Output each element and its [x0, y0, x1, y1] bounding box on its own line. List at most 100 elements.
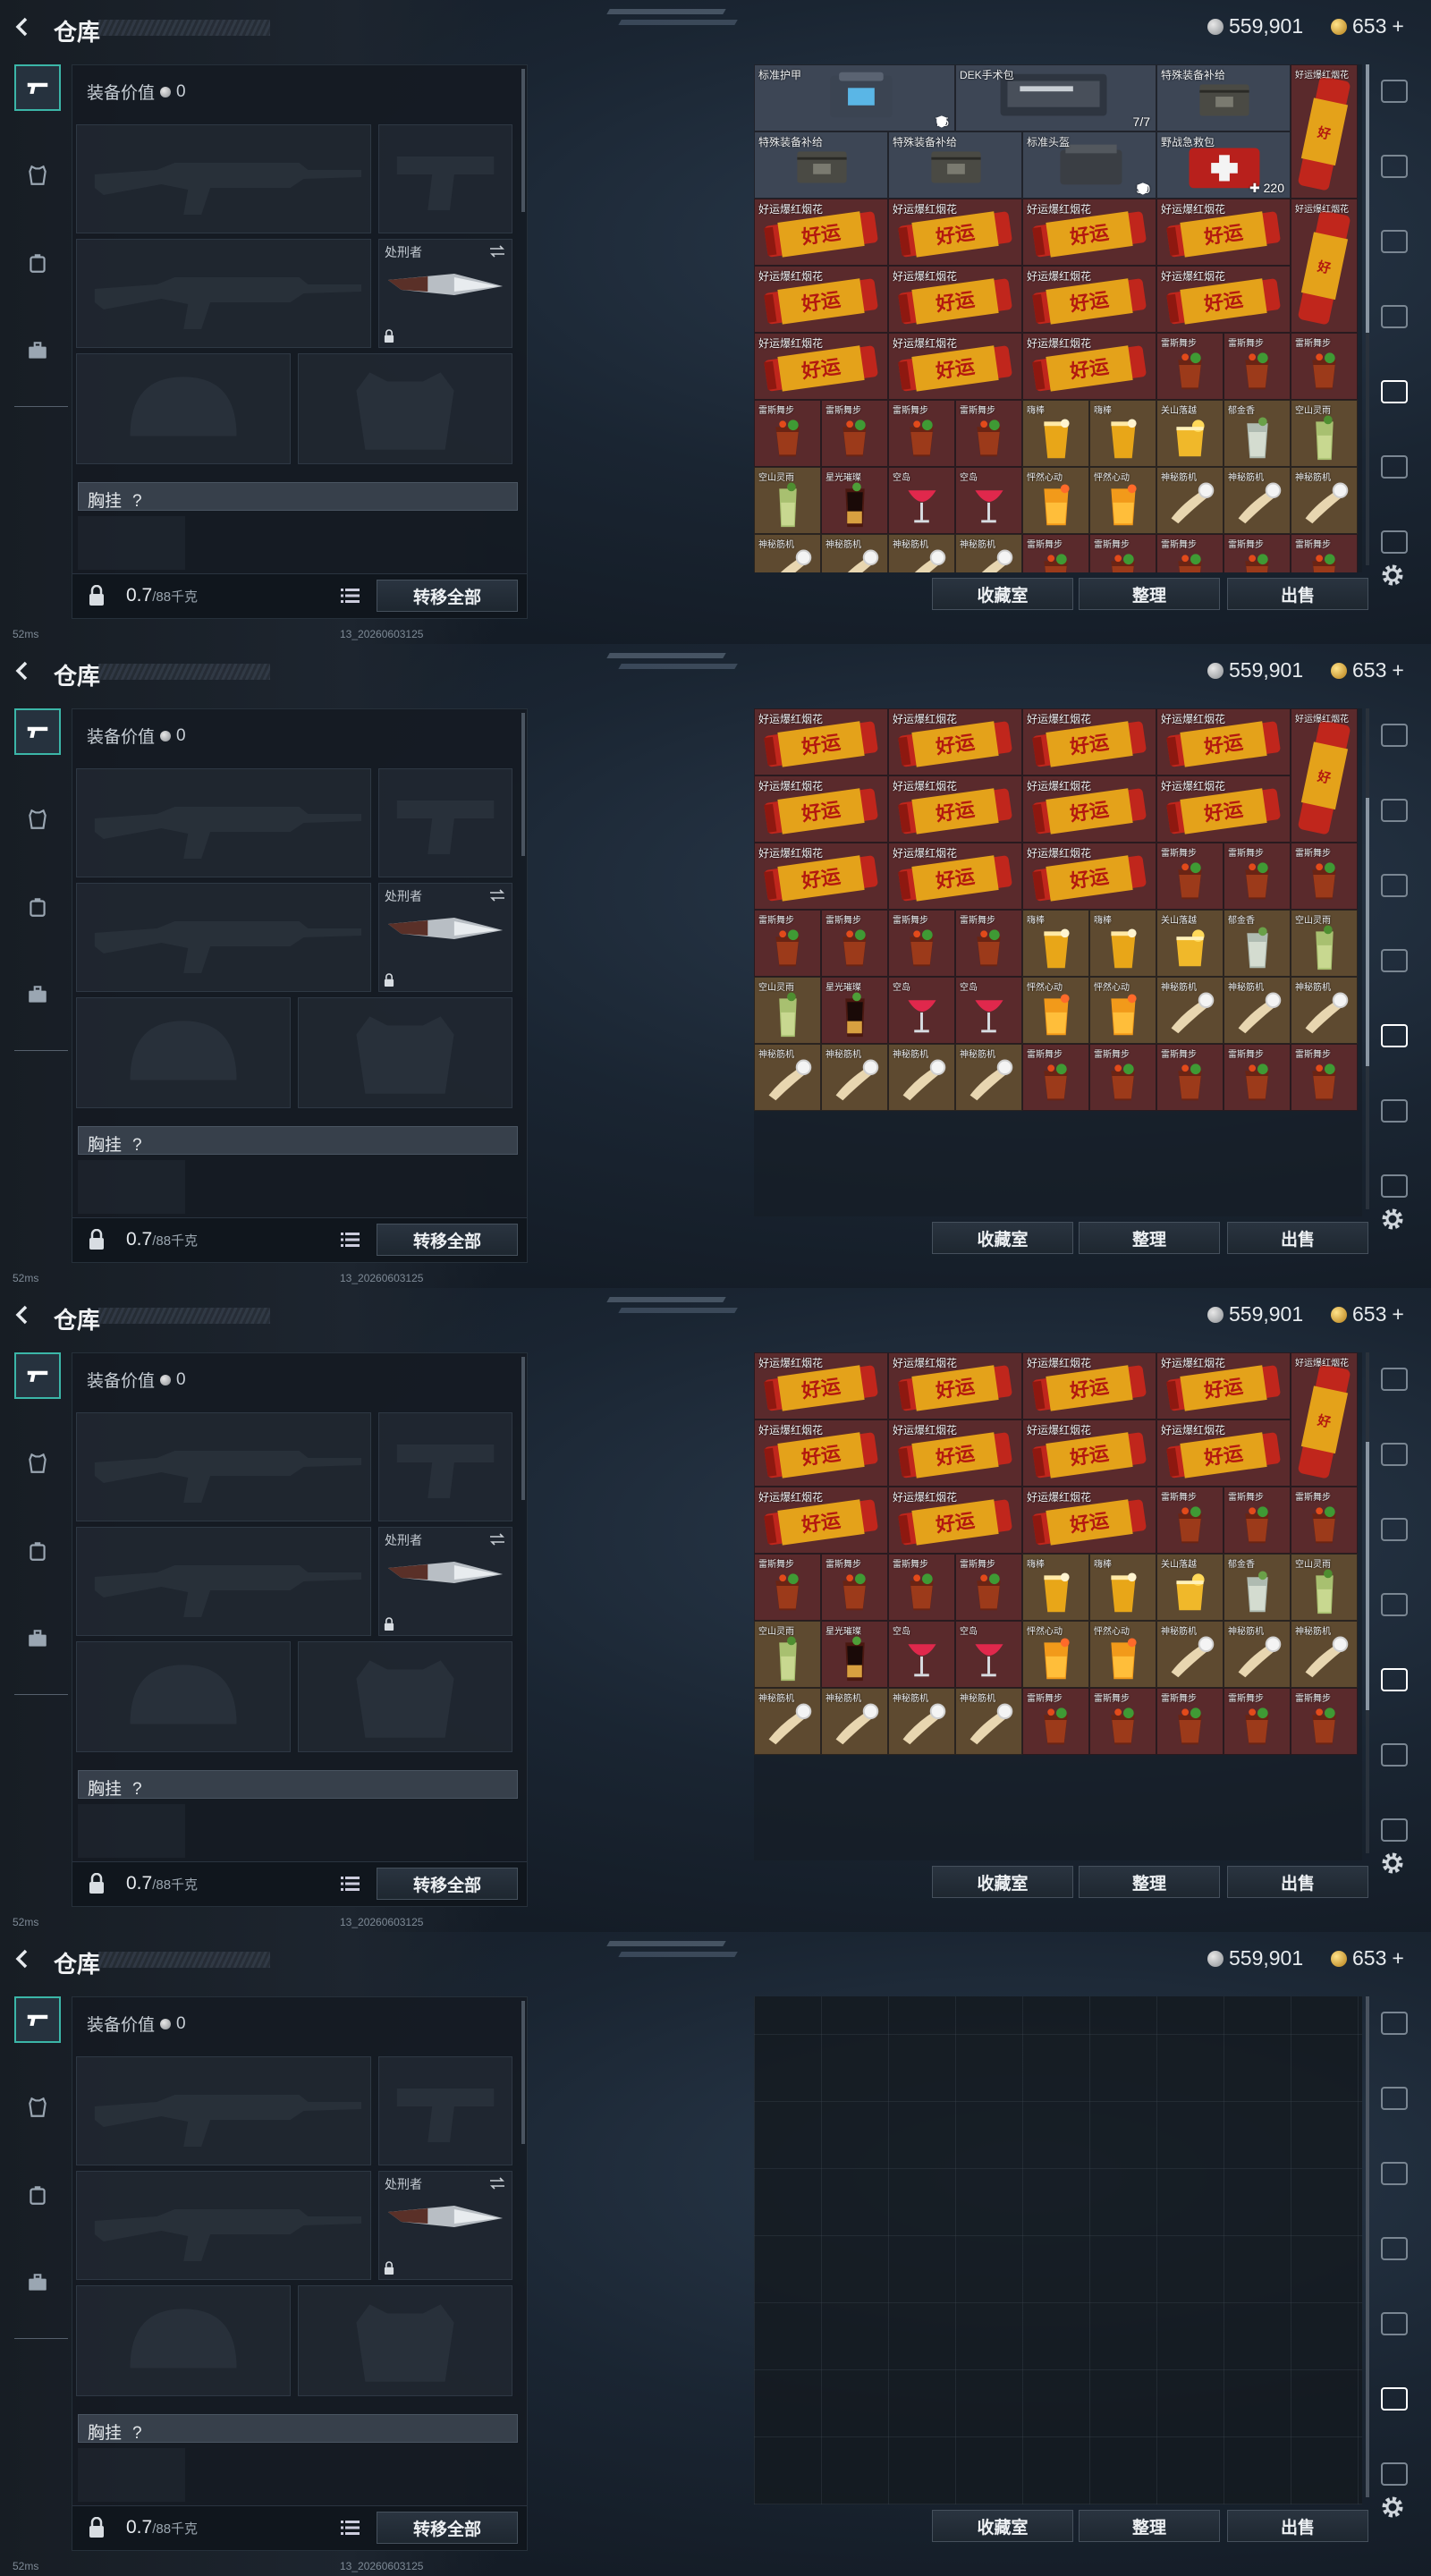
- gold-add-icon[interactable]: +: [1392, 1302, 1403, 1326]
- storage-item-firework[interactable]: 好运 好运爆红烟花: [754, 1419, 888, 1487]
- storage-item-rumba[interactable]: 雷斯舞步: [821, 400, 888, 467]
- storage-item-island[interactable]: 空岛: [955, 977, 1022, 1044]
- swap-icon[interactable]: [488, 889, 506, 902]
- storage-item-island[interactable]: 空岛: [955, 1621, 1022, 1688]
- storage-scrollbar[interactable]: [1366, 1996, 1369, 2497]
- list-icon[interactable]: [341, 1231, 360, 1249]
- help-icon[interactable]: ?: [132, 492, 142, 511]
- storage-item-rumba[interactable]: 雷斯舞步: [754, 400, 821, 467]
- storage-item-mystery[interactable]: 神秘筋机: [821, 1044, 888, 1111]
- storage-item-mystery[interactable]: 神秘筋机: [754, 1688, 821, 1755]
- storage-item-hipop[interactable]: 嗨棒: [1089, 910, 1156, 977]
- storage-tab-1[interactable]: [1372, 1352, 1417, 1406]
- melee-slot[interactable]: 处刑者: [378, 2171, 512, 2280]
- storage-item-heartbeat[interactable]: 怦然心动: [1089, 1621, 1156, 1688]
- storage-item-heartbeat[interactable]: 怦然心动: [1022, 1621, 1089, 1688]
- pistol-slot[interactable]: [378, 2056, 512, 2165]
- storage-item-armor[interactable]: 标准护甲 75: [754, 64, 955, 131]
- case-tab-icon[interactable]: [14, 1615, 61, 1662]
- storage-item-mojito[interactable]: 空山灵雨: [1291, 1554, 1358, 1621]
- storage-tab-6[interactable]: [1372, 1084, 1417, 1138]
- storage-item-rumba[interactable]: 雷斯舞步: [1224, 1688, 1291, 1755]
- settings-gear-icon[interactable]: [1379, 562, 1406, 589]
- gold-currency[interactable]: 653 +: [1331, 1946, 1404, 1970]
- armor-slot[interactable]: [298, 997, 512, 1108]
- gold-currency[interactable]: 653 +: [1331, 1302, 1404, 1326]
- storage-item-surgery[interactable]: DEK手术包 7/7: [955, 64, 1156, 131]
- storage-item-rumba[interactable]: 雷斯舞步: [821, 1554, 888, 1621]
- back-icon[interactable]: [13, 660, 34, 682]
- storage-item-special1[interactable]: 特殊装备补给: [1156, 64, 1291, 131]
- storage-item-rumba[interactable]: 雷斯舞步: [1156, 1688, 1224, 1755]
- storage-item-heartbeat[interactable]: 怦然心动: [1022, 467, 1089, 534]
- storage-grid[interactable]: 标准护甲 75DEK手术包7/7特殊装备补给特殊装备补给特殊装备补给标准头盔 5…: [754, 708, 1362, 1216]
- backpack-tab-icon[interactable]: [14, 240, 61, 286]
- transfer-all-button[interactable]: 转移全部: [377, 580, 518, 612]
- storage-item-rumba[interactable]: 雷斯舞步: [1224, 843, 1291, 910]
- storage-item-rumba[interactable]: 雷斯舞步: [1089, 1044, 1156, 1111]
- transfer-all-button[interactable]: 转移全部: [377, 1868, 518, 1900]
- storage-item-rumba[interactable]: 雷斯舞步: [1022, 1688, 1089, 1755]
- weapon-tab-icon[interactable]: [14, 1996, 61, 2043]
- storage-item-sunset[interactable]: 关山落越: [1156, 400, 1224, 467]
- storage-item-rumba[interactable]: 雷斯舞步: [1291, 1688, 1358, 1755]
- pistol-slot[interactable]: [378, 124, 512, 233]
- storage-item-mystery[interactable]: 神秘筋机: [888, 1044, 955, 1111]
- primary-weapon-slot[interactable]: [76, 768, 371, 877]
- storage-item-mystery[interactable]: 神秘筋机: [1156, 1621, 1224, 1688]
- storage-item-firework[interactable]: 好运 好运爆红烟花: [754, 333, 888, 400]
- storage-item-mystery[interactable]: 神秘筋机: [955, 1688, 1022, 1755]
- chest-rig-slot[interactable]: 胸挂?: [78, 1126, 518, 1155]
- storage-item-rumba[interactable]: 雷斯舞步: [1291, 1487, 1358, 1554]
- list-icon[interactable]: [341, 587, 360, 605]
- storage-item-firework[interactable]: 好运 好运爆红烟花: [1156, 708, 1291, 775]
- storage-tab-4[interactable]: [1372, 934, 1417, 987]
- storage-item-rumba[interactable]: 雷斯舞步: [1291, 333, 1358, 400]
- settings-gear-icon[interactable]: [1379, 2494, 1406, 2521]
- equipment-scrollbar[interactable]: [521, 713, 525, 856]
- list-icon[interactable]: [341, 1875, 360, 1893]
- sell-button[interactable]: 出售: [1227, 2510, 1368, 2542]
- storage-item-firework-tall[interactable]: 好好运爆红烟花: [1291, 708, 1358, 843]
- storage-item-mystery[interactable]: 神秘筋机: [821, 534, 888, 572]
- storage-item-island[interactable]: 空岛: [888, 977, 955, 1044]
- storage-tab-7[interactable]: [1372, 1803, 1417, 1857]
- storage-tab-3[interactable]: [1372, 859, 1417, 912]
- storage-tab-7[interactable]: [1372, 1159, 1417, 1213]
- transfer-all-button[interactable]: 转移全部: [377, 1224, 518, 1256]
- equipment-scrollbar[interactable]: [521, 2001, 525, 2144]
- storage-item-starlight[interactable]: 星光璀璨: [821, 467, 888, 534]
- storage-tab-4[interactable]: [1372, 1578, 1417, 1631]
- storage-item-firework[interactable]: 好运 好运爆红烟花: [888, 708, 1022, 775]
- storage-item-hipop[interactable]: 嗨棒: [1022, 400, 1089, 467]
- storage-item-mystery[interactable]: 神秘筋机: [1291, 977, 1358, 1044]
- storage-item-firework[interactable]: 好运 好运爆红烟花: [1022, 1352, 1156, 1419]
- storage-item-firework[interactable]: 好运 好运爆红烟花: [888, 266, 1022, 333]
- storage-item-firework[interactable]: 好运 好运爆红烟花: [1022, 708, 1156, 775]
- armor-tab-icon[interactable]: [14, 2084, 61, 2131]
- sort-button[interactable]: 整理: [1079, 578, 1220, 610]
- storage-tab-5[interactable]: [1372, 1653, 1417, 1707]
- storage-tab-7[interactable]: [1372, 2447, 1417, 2501]
- storage-item-rumba[interactable]: 雷斯舞步: [888, 910, 955, 977]
- storage-item-mystery[interactable]: 神秘筋机: [888, 1688, 955, 1755]
- chest-rig-content-slot[interactable]: [78, 516, 185, 570]
- storage-item-mystery[interactable]: 神秘筋机: [888, 534, 955, 572]
- storage-item-firework[interactable]: 好运 好运爆红烟花: [888, 1352, 1022, 1419]
- gold-currency[interactable]: 653 +: [1331, 14, 1404, 38]
- storage-item-rumba[interactable]: 雷斯舞步: [955, 1554, 1022, 1621]
- storage-item-rumba[interactable]: 雷斯舞步: [1291, 843, 1358, 910]
- primary-weapon-slot[interactable]: [76, 2056, 371, 2165]
- gold-add-icon[interactable]: +: [1392, 658, 1403, 682]
- storage-item-helmet[interactable]: 标准头盔 50: [1022, 131, 1156, 199]
- storage-tab-1[interactable]: [1372, 64, 1417, 118]
- swap-icon[interactable]: [488, 2177, 506, 2190]
- helmet-slot[interactable]: [76, 997, 291, 1108]
- storage-item-rumba[interactable]: 雷斯舞步: [1156, 1044, 1224, 1111]
- chest-rig-content-slot[interactable]: [78, 2448, 185, 2502]
- storage-item-special1[interactable]: 特殊装备补给: [888, 131, 1022, 199]
- chest-rig-slot[interactable]: 胸挂?: [78, 482, 518, 511]
- storage-tab-2[interactable]: [1372, 1428, 1417, 1481]
- storage-item-starlight[interactable]: 星光璀璨: [821, 977, 888, 1044]
- storage-item-mojito[interactable]: 空山灵雨: [1291, 910, 1358, 977]
